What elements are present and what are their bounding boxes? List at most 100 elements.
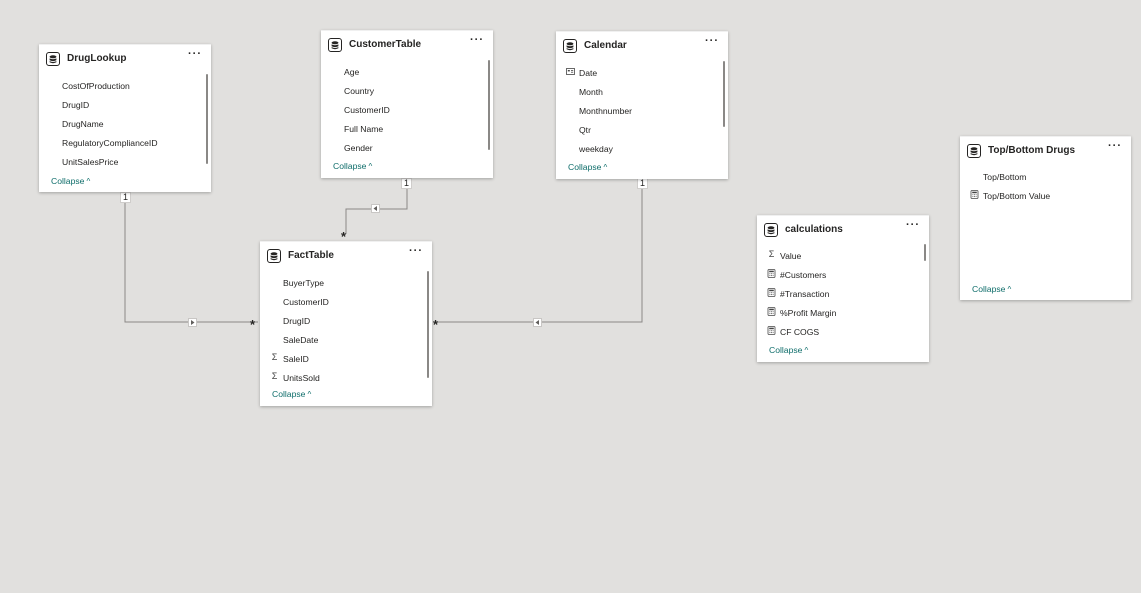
rel-many-marker: * <box>433 317 439 332</box>
field-item[interactable]: CustomerID <box>260 292 432 311</box>
field-item[interactable]: Monthnumber <box>556 101 728 120</box>
field-label: Date <box>579 68 598 78</box>
field-item[interactable]: RegulatoryComplianceID <box>39 133 211 152</box>
field-item[interactable]: DrugName <box>39 114 211 133</box>
field-label: SaleID <box>283 354 309 364</box>
field-label: CF COGS <box>780 327 820 337</box>
collapse-button[interactable]: Collapse ^ <box>272 389 311 399</box>
filter-direction-left-icon[interactable] <box>371 204 380 213</box>
field-label: SaleDate <box>283 335 319 345</box>
table-card-customertable[interactable]: CustomerTable ··· Age Country CustomerID… <box>321 30 493 178</box>
field-label: CostOfProduction <box>62 81 130 91</box>
field-label: weekday <box>579 144 613 154</box>
field-item[interactable]: weekday <box>556 139 728 158</box>
table-title: calculations <box>785 224 843 235</box>
chevron-up-icon: ^ <box>86 177 91 186</box>
field-item[interactable]: Top/Bottom <box>960 167 1131 186</box>
rel-one-marker: 1 <box>401 178 413 189</box>
field-label: DrugName <box>62 119 104 129</box>
scrollbar[interactable] <box>723 61 725 127</box>
more-options-icon[interactable]: ··· <box>705 35 719 47</box>
table-card-header[interactable]: DrugLookup ··· <box>39 45 211 73</box>
calculator-icon <box>970 190 979 199</box>
field-label: DrugID <box>62 100 90 110</box>
field-label: #Transaction <box>780 289 830 299</box>
field-label: Age <box>344 67 360 77</box>
field-item[interactable]: Qtr <box>556 120 728 139</box>
scrollbar[interactable] <box>206 74 208 164</box>
field-item[interactable]: Date <box>556 63 728 82</box>
sigma-icon: Σ <box>271 371 278 381</box>
table-title: Calendar <box>584 40 627 51</box>
field-label: UnitSalesPrice <box>62 157 119 167</box>
more-options-icon[interactable]: ··· <box>409 245 423 257</box>
chevron-up-icon: ^ <box>603 163 608 172</box>
table-card-header[interactable]: calculations ··· <box>757 216 929 244</box>
collapse-button[interactable]: Collapse ^ <box>972 284 1011 294</box>
field-item[interactable]: Full Name <box>321 119 493 138</box>
more-options-icon[interactable]: ··· <box>188 48 202 60</box>
collapse-button[interactable]: Collapse ^ <box>568 162 607 172</box>
chevron-up-icon: ^ <box>307 390 312 399</box>
field-item[interactable]: Top/Bottom Value <box>960 186 1131 205</box>
table-card-facttable[interactable]: FactTable ··· BuyerType CustomerID DrugI… <box>260 241 432 406</box>
field-label: BuyerType <box>283 278 325 288</box>
field-item[interactable]: Σ Value <box>757 246 929 265</box>
table-card-header[interactable]: Top/Bottom Drugs ··· <box>960 137 1131 165</box>
rel-one-marker: 1 <box>120 192 132 203</box>
table-icon <box>764 223 778 237</box>
table-card-druglookup[interactable]: DrugLookup ··· CostOfProduction DrugID D… <box>39 44 211 192</box>
table-card-calendar[interactable]: Calendar ··· Date Month Monthnumber Qtr … <box>556 31 728 179</box>
field-item[interactable]: SaleDate <box>260 330 432 349</box>
field-item[interactable]: Gender <box>321 138 493 157</box>
table-card-calculations[interactable]: calculations ··· Σ Value #Customers #Tra… <box>757 215 929 362</box>
field-label: Country <box>344 86 375 96</box>
field-item[interactable]: DrugID <box>39 95 211 114</box>
sigma-icon: Σ <box>271 352 278 362</box>
chevron-up-icon: ^ <box>1007 285 1012 294</box>
field-label: Top/Bottom Value <box>983 191 1051 201</box>
field-item[interactable]: CustomerID <box>321 100 493 119</box>
field-label: %Profit Margin <box>780 308 837 318</box>
field-item[interactable]: %Profit Margin <box>757 303 929 322</box>
filter-direction-left-icon[interactable] <box>533 318 542 327</box>
field-item[interactable]: #Customers <box>757 265 929 284</box>
scrollbar[interactable] <box>488 60 490 150</box>
more-options-icon[interactable]: ··· <box>1108 140 1122 152</box>
collapse-button[interactable]: Collapse ^ <box>51 176 90 186</box>
field-item[interactable]: Month <box>556 82 728 101</box>
table-card-header[interactable]: CustomerTable ··· <box>321 31 493 59</box>
collapse-label: Collapse <box>272 389 306 399</box>
calculator-icon <box>767 269 776 278</box>
table-card-header[interactable]: FactTable ··· <box>260 242 432 270</box>
model-view-canvas[interactable]: 1 * 1 * 1 * DrugLookup ··· CostOfProduct… <box>0 0 1141 593</box>
field-item[interactable]: UnitSalesPrice <box>39 152 211 171</box>
field-item[interactable]: CostOfProduction <box>39 76 211 95</box>
field-item[interactable]: Age <box>321 62 493 81</box>
field-item[interactable]: BuyerType <box>260 273 432 292</box>
more-options-icon[interactable]: ··· <box>906 219 920 231</box>
field-label: CustomerID <box>344 105 390 115</box>
field-item[interactable]: Country <box>321 81 493 100</box>
field-item[interactable]: #Transaction <box>757 284 929 303</box>
rel-calendar-facttable <box>436 184 643 323</box>
calculator-icon <box>767 307 776 316</box>
collapse-label: Collapse <box>972 284 1006 294</box>
table-icon <box>563 39 577 53</box>
field-item[interactable]: Σ UnitsSold <box>260 368 432 387</box>
collapse-button[interactable]: Collapse ^ <box>333 161 372 171</box>
calculator-icon <box>767 288 776 297</box>
rel-druglookup-facttable <box>124 198 258 323</box>
scrollbar[interactable] <box>427 271 429 378</box>
table-card-top-bottom-drugs[interactable]: Top/Bottom Drugs ··· Top/Bottom Top/Bott… <box>960 136 1131 300</box>
collapse-button[interactable]: Collapse ^ <box>769 345 808 355</box>
collapse-label: Collapse <box>51 176 85 186</box>
scrollbar[interactable] <box>924 244 926 261</box>
more-options-icon[interactable]: ··· <box>470 34 484 46</box>
field-item[interactable]: DrugID <box>260 311 432 330</box>
field-item[interactable]: Σ SaleID <box>260 349 432 368</box>
rel-many-marker: * <box>250 317 256 332</box>
filter-direction-right-icon[interactable] <box>188 318 197 327</box>
field-item[interactable]: CF COGS <box>757 322 929 341</box>
table-card-header[interactable]: Calendar ··· <box>556 32 728 60</box>
